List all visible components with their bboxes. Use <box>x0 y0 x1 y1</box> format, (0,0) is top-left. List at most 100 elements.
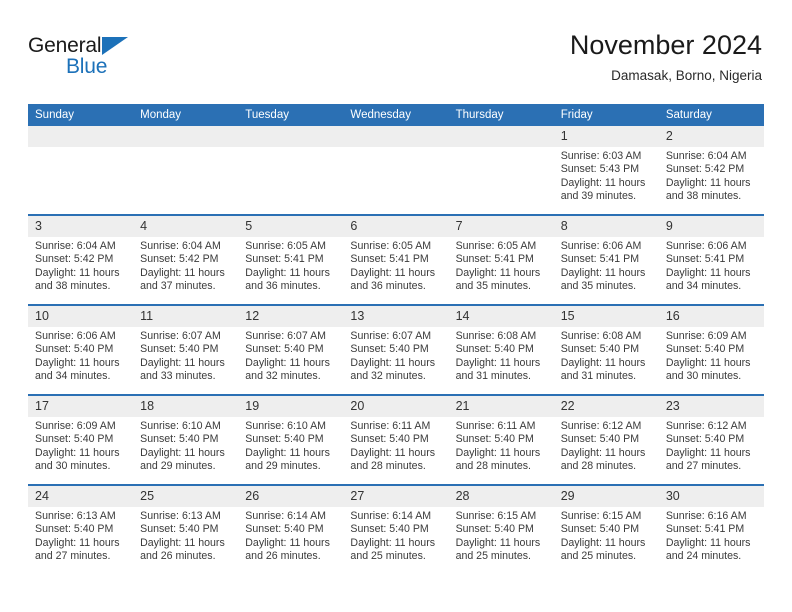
sunset-text: Sunset: 5:40 PM <box>560 523 640 536</box>
calendar-day-cell[interactable]: 18 Sunrise: 6:10 AM Sunset: 5:40 PM Dayligh… <box>133 394 239 485</box>
daylight-text-line1: Daylight: 11 hours <box>665 266 751 279</box>
calendar-day-cell[interactable]: 6 Sunrise: 6:05 AM Sunset: 5:41 PM Daylight… <box>343 214 449 305</box>
sunset-text: Sunset: 5:40 PM <box>140 433 219 446</box>
daylight-text-line2: and 38 minutes. <box>665 190 742 203</box>
calendar-day-cell[interactable]: 23 Sunrise: 6:12 AM Sunset: 5:40 PM Dayligh… <box>658 394 764 485</box>
daylight-text-line2: and 29 minutes. <box>245 460 321 473</box>
day-number: 17 <box>28 396 134 417</box>
calendar-day-cell[interactable]: 22 Sunrise: 6:12 AM Sunset: 5:40 PM Dayligh… <box>553 394 659 485</box>
calendar-day-cell[interactable]: 8 Sunrise: 6:06 AM Sunset: 5:41 PM Daylight… <box>553 214 659 305</box>
day-cell-inner: 29 Sunrise: 6:15 AM Sunset: 5:40 PM Dayligh… <box>553 486 659 574</box>
day-number <box>238 126 344 147</box>
day-details: Sunrise: 6:06 AM Sunset: 5:40 PM Daylight:… <box>28 327 133 384</box>
sunrise-text: Sunrise: 6:11 AM <box>350 420 431 432</box>
day-details: Sunrise: 6:15 AM Sunset: 5:40 PM Daylight:… <box>449 507 554 564</box>
day-details: Sunrise: 6:12 AM Sunset: 5:40 PM Daylight:… <box>554 417 659 474</box>
sunrise-text: Sunrise: 6:08 AM <box>455 330 537 342</box>
sunrise-text: Sunrise: 6:12 AM <box>665 420 747 432</box>
calendar-table: Sunday Monday Tuesday Wednesday Thursday… <box>28 104 764 574</box>
daylight-text-line1: Daylight: 11 hours <box>560 356 646 369</box>
day-number: 24 <box>28 486 134 507</box>
daylight-text-line2: and 28 minutes. <box>350 460 426 473</box>
calendar-day-cell[interactable]: 30 Sunrise: 6:16 AM Sunset: 5:41 PM Dayligh… <box>658 484 764 574</box>
calendar-day-cell[interactable]: 11 Sunrise: 6:07 AM Sunset: 5:40 PM Dayligh… <box>133 304 239 395</box>
daylight-text-line2: and 25 minutes. <box>455 550 531 563</box>
day-number: 10 <box>28 306 134 327</box>
sunset-text: Sunset: 5:40 PM <box>245 523 324 536</box>
day-details: Sunrise: 6:04 AM Sunset: 5:42 PM Daylight:… <box>133 237 238 294</box>
daylight-text-line1: Daylight: 11 hours <box>350 536 436 549</box>
weekday-header-tuesday: Tuesday <box>238 104 344 126</box>
sunrise-text: Sunrise: 6:06 AM <box>665 240 747 252</box>
daylight-text-line2: and 27 minutes. <box>665 460 742 473</box>
day-details: Sunrise: 6:06 AM Sunset: 5:41 PM Daylight:… <box>554 237 659 294</box>
day-cell-inner: 23 Sunrise: 6:12 AM Sunset: 5:40 PM Dayligh… <box>658 396 764 484</box>
logo-text-general: General <box>28 34 102 57</box>
day-cell-inner <box>238 126 344 214</box>
day-cell-inner: 25 Sunrise: 6:13 AM Sunset: 5:40 PM Dayligh… <box>133 486 239 574</box>
day-details: Sunrise: 6:09 AM Sunset: 5:40 PM Daylight:… <box>659 327 764 384</box>
day-number: 26 <box>238 486 344 507</box>
daylight-text-line1: Daylight: 11 hours <box>350 266 436 279</box>
day-number: 7 <box>448 216 554 237</box>
day-cell-inner: 13 Sunrise: 6:07 AM Sunset: 5:40 PM Dayligh… <box>343 306 449 394</box>
day-cell-inner: 20 Sunrise: 6:11 AM Sunset: 5:40 PM Dayligh… <box>343 396 449 484</box>
calendar-day-cell[interactable]: 27 Sunrise: 6:14 AM Sunset: 5:40 PM Dayligh… <box>343 484 449 574</box>
day-number: 14 <box>448 306 554 327</box>
day-cell-inner <box>133 126 239 214</box>
sunrise-text: Sunrise: 6:10 AM <box>140 420 221 432</box>
daylight-text-line2: and 28 minutes. <box>455 460 531 473</box>
calendar-day-cell[interactable]: 21 Sunrise: 6:11 AM Sunset: 5:40 PM Dayligh… <box>448 394 554 485</box>
sunrise-text: Sunrise: 6:10 AM <box>245 420 326 432</box>
title-block: November 2024 Damasak, Borno, Nigeria <box>570 30 762 84</box>
calendar-day-cell[interactable]: 25 Sunrise: 6:13 AM Sunset: 5:40 PM Dayligh… <box>133 484 239 574</box>
daylight-text-line2: and 31 minutes. <box>560 370 637 383</box>
day-number: 4 <box>133 216 239 237</box>
calendar-day-cell[interactable]: 29 Sunrise: 6:15 AM Sunset: 5:40 PM Dayligh… <box>553 484 659 574</box>
day-number: 22 <box>553 396 659 417</box>
calendar-day-cell[interactable]: 4 Sunrise: 6:04 AM Sunset: 5:42 PM Daylight… <box>133 214 239 305</box>
sunset-text: Sunset: 5:40 PM <box>245 433 324 446</box>
day-number <box>28 126 134 147</box>
day-number <box>133 126 239 147</box>
day-cell-inner: 22 Sunrise: 6:12 AM Sunset: 5:40 PM Dayligh… <box>553 396 659 484</box>
day-number: 23 <box>658 396 764 417</box>
calendar-day-cell[interactable]: 19 Sunrise: 6:10 AM Sunset: 5:40 PM Dayligh… <box>238 394 344 485</box>
day-details: Sunrise: 6:10 AM Sunset: 5:40 PM Daylight:… <box>133 417 238 474</box>
day-cell-inner: 16 Sunrise: 6:09 AM Sunset: 5:40 PM Dayligh… <box>658 306 764 394</box>
daylight-text-line1: Daylight: 11 hours <box>245 356 330 369</box>
calendar-day-cell[interactable]: 15 Sunrise: 6:08 AM Sunset: 5:40 PM Dayligh… <box>553 304 659 395</box>
calendar-day-cell[interactable]: 28 Sunrise: 6:15 AM Sunset: 5:40 PM Dayligh… <box>448 484 554 574</box>
calendar-day-cell[interactable]: 16 Sunrise: 6:09 AM Sunset: 5:40 PM Dayligh… <box>658 304 764 395</box>
calendar-day-cell[interactable]: 2 Sunrise: 6:04 AM Sunset: 5:42 PM Daylight… <box>658 126 764 215</box>
calendar-day-cell[interactable]: 26 Sunrise: 6:14 AM Sunset: 5:40 PM Dayligh… <box>238 484 344 574</box>
calendar-day-cell[interactable]: 14 Sunrise: 6:08 AM Sunset: 5:40 PM Dayligh… <box>448 304 554 395</box>
calendar-day-cell[interactable]: 20 Sunrise: 6:11 AM Sunset: 5:40 PM Dayligh… <box>343 394 449 485</box>
day-number: 15 <box>553 306 659 327</box>
calendar-day-cell[interactable]: 3 Sunrise: 6:04 AM Sunset: 5:42 PM Daylight… <box>28 214 134 305</box>
calendar-header-row: Sunday Monday Tuesday Wednesday Thursday… <box>28 104 764 126</box>
sunset-text: Sunset: 5:40 PM <box>35 343 114 356</box>
calendar-day-cell[interactable]: 9 Sunrise: 6:06 AM Sunset: 5:41 PM Daylight… <box>658 214 764 305</box>
calendar-day-cell[interactable]: 5 Sunrise: 6:05 AM Sunset: 5:41 PM Daylight… <box>238 214 344 305</box>
daylight-text-line1: Daylight: 11 hours <box>350 446 436 459</box>
day-number: 20 <box>343 396 449 417</box>
sunset-text: Sunset: 5:40 PM <box>560 343 640 356</box>
day-number: 19 <box>238 396 344 417</box>
calendar-day-cell[interactable]: 10 Sunrise: 6:06 AM Sunset: 5:40 PM Dayligh… <box>28 304 134 395</box>
calendar-day-cell[interactable]: 7 Sunrise: 6:05 AM Sunset: 5:41 PM Daylight… <box>448 214 554 305</box>
calendar-day-cell[interactable]: 17 Sunrise: 6:09 AM Sunset: 5:40 PM Dayligh… <box>28 394 134 485</box>
sunset-text: Sunset: 5:42 PM <box>665 163 745 176</box>
daylight-text-line1: Daylight: 11 hours <box>560 536 646 549</box>
calendar-day-cell[interactable]: 1 Sunrise: 6:03 AM Sunset: 5:43 PM Daylight… <box>553 126 659 215</box>
calendar-week-row: 10 Sunrise: 6:06 AM Sunset: 5:40 PM Dayligh… <box>28 304 764 395</box>
calendar-day-cell[interactable]: 12 Sunrise: 6:07 AM Sunset: 5:40 PM Dayligh… <box>238 304 344 395</box>
day-details: Sunrise: 6:04 AM Sunset: 5:42 PM Daylight:… <box>659 147 764 204</box>
calendar-day-cell[interactable]: 13 Sunrise: 6:07 AM Sunset: 5:40 PM Dayligh… <box>343 304 449 395</box>
day-cell-inner: 4 Sunrise: 6:04 AM Sunset: 5:42 PM Daylight… <box>133 216 239 304</box>
sunrise-text: Sunrise: 6:13 AM <box>35 510 116 522</box>
day-cell-inner: 2 Sunrise: 6:04 AM Sunset: 5:42 PM Daylight… <box>658 126 764 214</box>
calendar-body: 1 Sunrise: 6:03 AM Sunset: 5:43 PM Daylight… <box>28 126 764 574</box>
weekday-header-monday: Monday <box>133 104 239 126</box>
calendar-day-cell[interactable]: 24 Sunrise: 6:13 AM Sunset: 5:40 PM Dayligh… <box>28 484 134 574</box>
